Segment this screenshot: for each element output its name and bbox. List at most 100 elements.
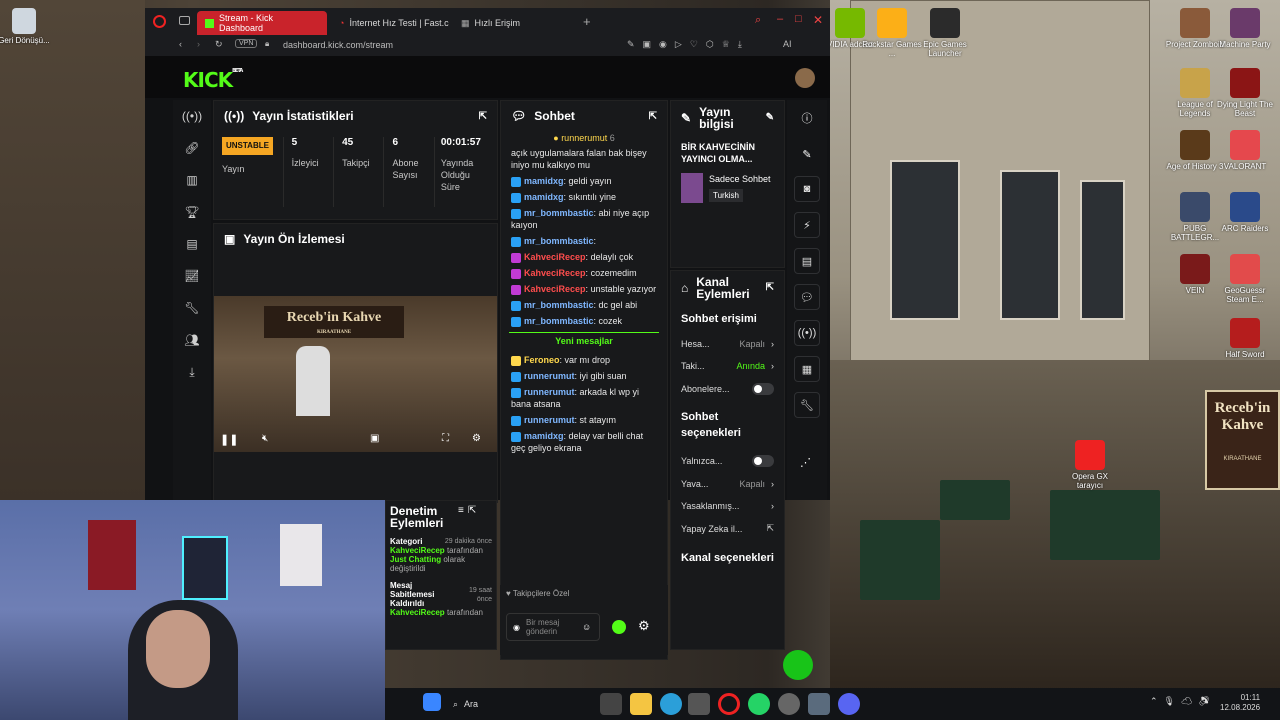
chat-bubble-icon[interactable]: 💬︎ <box>794 284 820 310</box>
preview-video[interactable]: Receb'in Kahve KIRAATHANE ❚❚ 🔇︎ ▣ ⛶ ⚙︎ <box>214 296 497 452</box>
start-icon[interactable] <box>423 693 441 711</box>
steam-icon[interactable] <box>778 693 800 715</box>
users-icon[interactable]: 👥︎ <box>173 324 211 356</box>
chart-icon[interactable]: 📈︎ <box>173 260 211 292</box>
opera-logo-icon[interactable] <box>153 15 166 28</box>
chat-username[interactable]: KahveciRecep <box>524 284 586 294</box>
setting-row[interactable]: Taki... Anında › <box>671 355 784 377</box>
chat-popout-icon[interactable]: ⇱ <box>649 111 657 122</box>
tray-icons[interactable]: ⌃🎙︎☁︎🔊︎ <box>1150 696 1216 707</box>
desktop-icon[interactable]: ARC Raiders <box>1215 192 1275 233</box>
chat-username[interactable]: KahveciRecep <box>524 268 586 278</box>
support-chat-icon[interactable] <box>783 650 813 680</box>
desktop-icon[interactable]: GeoGuessr Steam E... <box>1215 254 1275 304</box>
moderation-popout-icon[interactable]: ⇱ <box>468 505 476 516</box>
broadcast-icon[interactable]: ((•)) <box>794 320 820 346</box>
reload-icon[interactable]: ↻ <box>215 39 223 50</box>
video-icon[interactable]: ▤ <box>173 228 211 260</box>
setting-row[interactable]: Abonelere... <box>671 377 784 401</box>
url-field[interactable]: dashboard.kick.com/stream <box>283 40 393 50</box>
whatsapp-icon[interactable] <box>748 693 770 715</box>
camera-icon[interactable]: ◙ <box>794 176 820 202</box>
pip-icon[interactable]: ▣ <box>370 433 379 444</box>
chat-username[interactable]: runnerumut <box>524 387 575 397</box>
back-icon[interactable]: ‹ <box>179 39 182 49</box>
desktop-icon[interactable]: Rockstar Games ... <box>862 8 922 58</box>
search-icon[interactable]: ⌕ <box>755 14 761 27</box>
desktop-icon[interactable]: Dying Light The Beast <box>1215 68 1275 118</box>
setting-row[interactable]: Yapay Zeka il... ⇱ <box>671 517 784 540</box>
store-icon[interactable] <box>688 693 710 715</box>
channel-popout-icon[interactable]: ⇱ <box>766 282 774 294</box>
desktop-icon[interactable]: Machine Party <box>1215 8 1275 49</box>
setting-row[interactable]: Yava... Kapalı › <box>671 473 784 495</box>
settings-icon[interactable]: ⚙︎ <box>472 433 481 444</box>
avatar[interactable] <box>795 68 815 88</box>
maximize-button[interactable]: □ <box>795 13 802 25</box>
pause-icon[interactable]: ❚❚ <box>220 433 238 446</box>
info-icon[interactable]: ⓘ <box>787 100 827 136</box>
vpn-badge[interactable]: VPN <box>235 39 258 48</box>
kick-logo[interactable]: KICKBETA <box>183 68 243 92</box>
setting-row[interactable]: Yasaklanmış... › <box>671 495 784 517</box>
trophy-icon[interactable]: 🏆︎ <box>173 196 211 228</box>
filter-icon[interactable]: ≡ <box>458 505 464 516</box>
toggle-switch[interactable] <box>752 455 774 467</box>
lightning-icon[interactable]: ⚡︎ <box>794 212 820 238</box>
desktop-icon-recycle-bin[interactable]: Geri Dönüşü... <box>0 8 54 45</box>
document-icon[interactable]: ▤ <box>794 248 820 274</box>
desktop-icon[interactable]: VALORANT <box>1215 130 1275 171</box>
taskbar-search[interactable]: ⌕ Ara <box>453 694 563 714</box>
chat-input[interactable]: ◉ Bir mesaj gönderin ☺ <box>506 613 600 641</box>
discord-icon[interactable] <box>838 693 860 715</box>
edit-icon[interactable]: ✎ <box>766 112 774 124</box>
new-messages-divider[interactable]: Yeni mesajlar <box>509 332 659 349</box>
close-button[interactable]: ✕ <box>813 13 823 27</box>
chat-username[interactable]: mamidxg <box>524 176 564 186</box>
explorer-icon[interactable] <box>630 693 652 715</box>
taskview-icon[interactable] <box>600 693 622 715</box>
link-icon[interactable]: 🔗︎ <box>173 132 211 164</box>
chat-username[interactable]: mr_bommbastic <box>524 300 594 310</box>
chat-username[interactable]: mr_bommbastic <box>524 236 594 246</box>
chat-settings-icon[interactable]: ⚙︎ <box>638 618 650 634</box>
analytics-icon[interactable]: ▥ <box>173 164 211 196</box>
edge-icon[interactable] <box>660 693 682 715</box>
chat-username[interactable]: runnerumut <box>524 415 575 425</box>
chat-username[interactable]: runnerumut <box>524 371 575 381</box>
chat-username[interactable]: mr_bommbastic <box>524 208 594 218</box>
toolbar-icons[interactable]: ✎▣◉▷♡⬡♕⤓ <box>627 39 750 50</box>
setting-row[interactable]: Yalnızca... <box>671 449 784 473</box>
kick-emote-icon[interactable] <box>612 620 626 634</box>
desktop-icon[interactable]: Opera GX tarayıcı <box>1060 440 1120 490</box>
ai-button[interactable]: AI <box>783 39 792 49</box>
forward-icon[interactable]: › <box>197 39 200 49</box>
chat-username[interactable]: mamidxg <box>524 192 564 202</box>
layout-icon[interactable]: ▦ <box>794 356 820 382</box>
stream-icon[interactable]: ((•)) <box>173 100 211 132</box>
clock[interactable]: 01:11 12.08.2026 <box>1220 693 1260 713</box>
fullscreen-icon[interactable]: ⛶ <box>442 433 449 444</box>
wrench-icon[interactable]: 🔧︎ <box>794 392 820 418</box>
tab-quick-access[interactable]: ▦ Hızlı Erişim <box>453 11 553 35</box>
workspace-icon[interactable] <box>179 16 190 25</box>
desktop-icon[interactable]: Half Sword <box>1215 318 1275 359</box>
share-icon[interactable]: ⋰ <box>800 456 811 469</box>
chat-username[interactable]: mr_bommbastic <box>524 316 594 326</box>
chat-username[interactable]: KahveciRecep <box>524 252 586 262</box>
new-tab-button[interactable]: + <box>583 14 591 29</box>
popout-icon[interactable]: ⇱ <box>479 111 487 122</box>
setting-row[interactable]: Hesa... Kapalı › <box>671 333 784 355</box>
tab-fast-com[interactable]: ◔ İnternet Hız Testi | Fast.com <box>331 11 449 35</box>
toggle-switch[interactable] <box>752 383 774 395</box>
download-icon[interactable]: ⤓ <box>173 356 211 388</box>
emoji-icon[interactable]: ☺ <box>582 622 591 632</box>
app-icon[interactable] <box>808 693 830 715</box>
mute-icon[interactable]: 🔇︎ <box>262 433 268 444</box>
chat-username[interactable]: Feroneo <box>524 355 560 365</box>
tab-kick-dashboard[interactable]: Stream - Kick Dashboard <box>197 11 327 35</box>
chat-username[interactable]: mamidxg <box>524 431 564 441</box>
desktop-icon[interactable]: Epic Games Launcher <box>915 8 975 58</box>
pencil-icon[interactable]: ✎ <box>787 136 827 172</box>
opera-icon[interactable] <box>718 693 740 715</box>
